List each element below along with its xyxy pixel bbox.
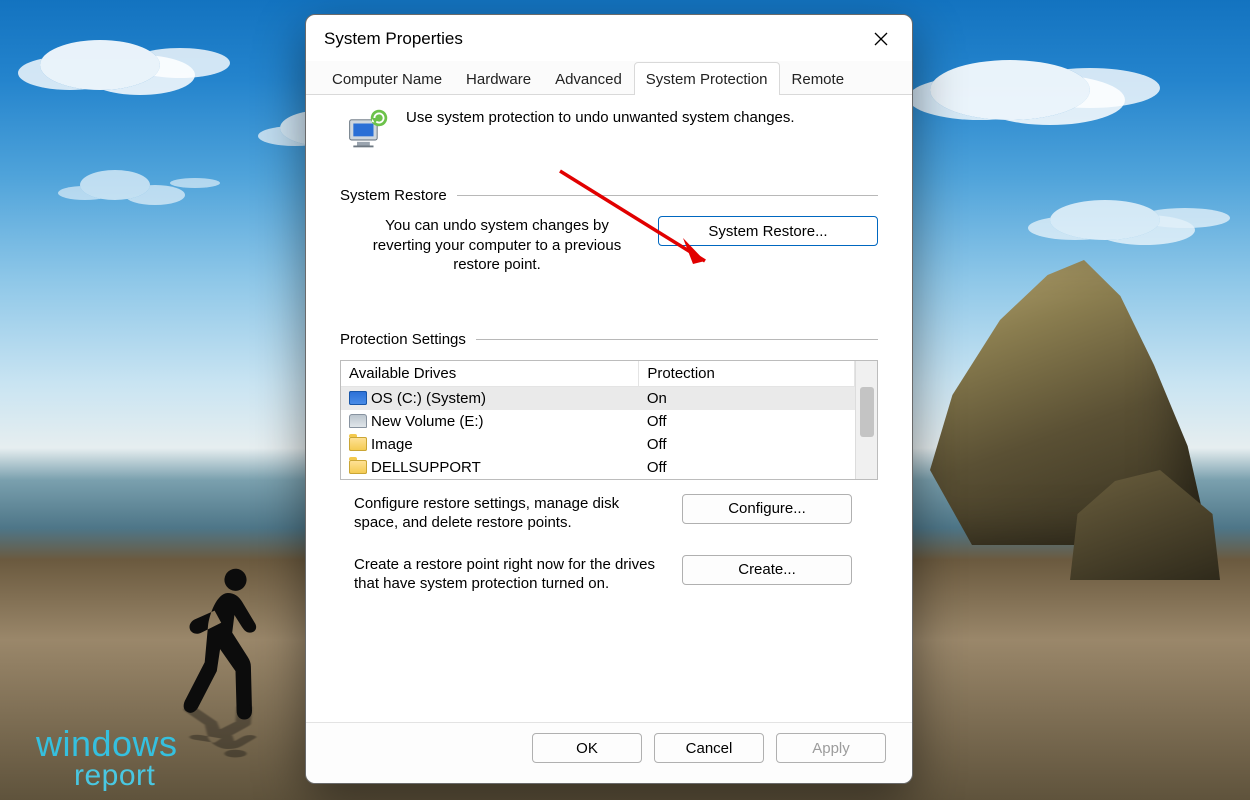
drive-protection: On: [639, 386, 855, 410]
system-protection-icon: [346, 107, 390, 151]
drive-protection: Off: [639, 433, 855, 456]
dialog-footer: OK Cancel Apply: [306, 722, 912, 783]
drives-scrollbar[interactable]: [855, 361, 877, 479]
drive-row[interactable]: OS (C:) (System)On: [341, 386, 855, 410]
folder-drive-icon: [349, 460, 367, 474]
group-protection-settings: Protection Settings: [340, 331, 878, 348]
ok-button[interactable]: OK: [532, 733, 642, 763]
cloud-decoration: [80, 170, 150, 200]
group-divider: [457, 195, 878, 196]
create-description: Create a restore point right now for the…: [354, 555, 664, 594]
close-icon: [874, 32, 888, 46]
cloud-decoration: [1050, 200, 1160, 240]
drive-protection: Off: [639, 456, 855, 479]
drive-row[interactable]: ImageOff: [341, 433, 855, 456]
create-button[interactable]: Create...: [682, 555, 852, 585]
system-properties-dialog: System Properties Computer NameHardwareA…: [305, 14, 913, 784]
cloud-decoration: [40, 40, 160, 90]
intro-row: Use system protection to undo unwanted s…: [340, 107, 878, 179]
drive-row[interactable]: DELLSUPPORTOff: [341, 456, 855, 479]
tab-advanced[interactable]: Advanced: [543, 62, 634, 95]
drive-name: Image: [341, 433, 639, 456]
vol-drive-icon: [349, 414, 367, 428]
tab-content: Use system protection to undo unwanted s…: [306, 95, 912, 722]
tab-computer-name[interactable]: Computer Name: [320, 62, 454, 95]
system-restore-button[interactable]: System Restore...: [658, 216, 878, 246]
runner-reflection: [175, 740, 285, 761]
tab-strip: Computer NameHardwareAdvancedSystem Prot…: [306, 61, 912, 95]
configure-description: Configure restore settings, manage disk …: [354, 494, 664, 533]
window-title: System Properties: [324, 29, 463, 49]
cancel-button[interactable]: Cancel: [654, 733, 764, 763]
group-label-text: Protection Settings: [340, 331, 466, 348]
group-divider: [476, 339, 878, 340]
tab-hardware[interactable]: Hardware: [454, 62, 543, 95]
drives-list[interactable]: Available Drives Protection OS (C:) (Sys…: [340, 360, 878, 480]
group-label-text: System Restore: [340, 187, 447, 204]
drive-name: New Volume (E:): [341, 410, 639, 433]
scrollbar-thumb[interactable]: [860, 387, 874, 437]
watermark-line1: windows: [36, 727, 178, 761]
tab-system-protection[interactable]: System Protection: [634, 62, 780, 95]
apply-button[interactable]: Apply: [776, 733, 886, 763]
column-header-protection[interactable]: Protection: [639, 361, 855, 387]
tab-remote[interactable]: Remote: [780, 62, 857, 95]
os-drive-icon: [349, 391, 367, 405]
group-system-restore: System Restore: [340, 187, 878, 204]
intro-text: Use system protection to undo unwanted s…: [406, 107, 795, 126]
close-button[interactable]: [864, 25, 898, 53]
folder-drive-icon: [349, 437, 367, 451]
system-restore-description: You can undo system changes by reverting…: [354, 216, 640, 275]
desktop-wallpaper: windows report System Properties Compute…: [0, 0, 1250, 800]
drive-protection: Off: [639, 410, 855, 433]
drive-name: OS (C:) (System): [341, 386, 639, 410]
drive-row[interactable]: New Volume (E:)Off: [341, 410, 855, 433]
drive-name: DELLSUPPORT: [341, 456, 639, 479]
watermark-line2: report: [36, 762, 178, 791]
cloud-decoration: [930, 60, 1090, 120]
watermark-logo: windows report: [36, 727, 178, 790]
configure-button[interactable]: Configure...: [682, 494, 852, 524]
titlebar[interactable]: System Properties: [306, 15, 912, 61]
column-header-drives[interactable]: Available Drives: [341, 361, 639, 387]
